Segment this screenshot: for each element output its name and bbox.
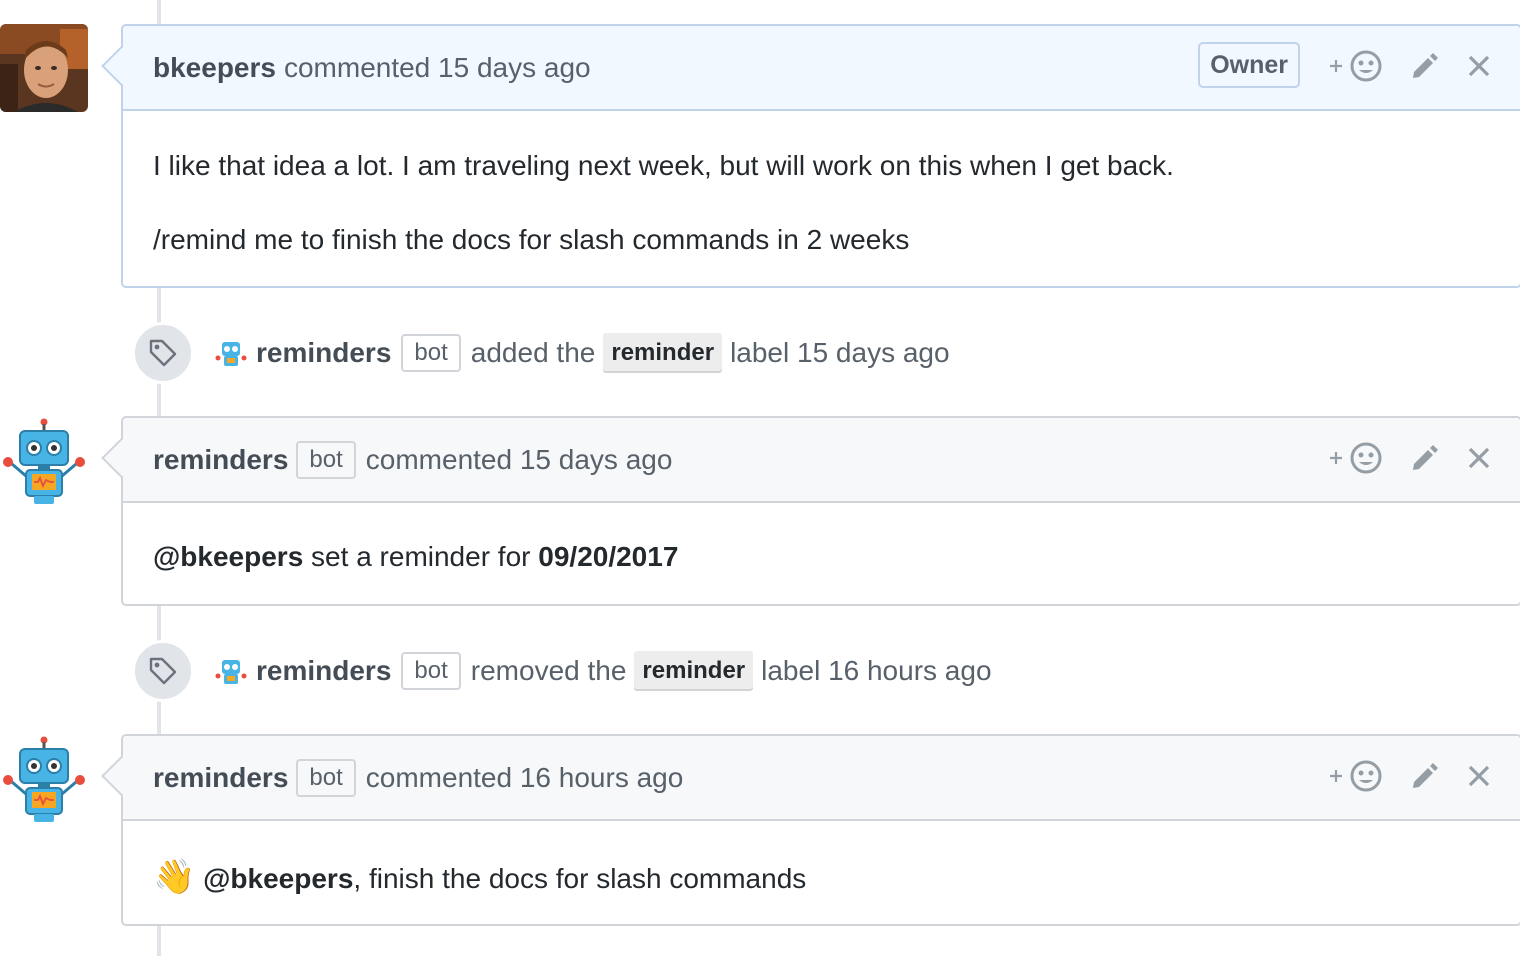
smiley-plus-icon[interactable]	[1328, 48, 1384, 84]
reminder-text: , finish the docs for slash commands	[353, 863, 807, 894]
label-reminder[interactable]: reminder	[634, 651, 754, 691]
robot-icon	[3, 418, 85, 504]
comment-reminders-set: reminders bot commented 15 days ago @bke…	[101, 416, 1520, 606]
comment-author[interactable]: reminders	[153, 444, 288, 476]
avatar-reminders-bot[interactable]	[0, 418, 88, 506]
comment-text: I like that idea a lot. I am traveling n…	[153, 150, 1174, 181]
comment-timestamp[interactable]: commented 15 days ago	[284, 52, 591, 84]
timeline-event-unlabeled: reminders bot removed the reminder label…	[132, 640, 992, 702]
comment-header: reminders bot commented 16 hours ago	[123, 736, 1520, 821]
avatar-reminders-bot[interactable]	[0, 736, 88, 824]
event-action: removed the	[470, 655, 627, 686]
bot-badge: bot	[296, 758, 356, 797]
event-timestamp[interactable]: label 16 hours ago	[761, 655, 991, 687]
timeline-event-labeled: reminders bot added the reminder label 1…	[132, 322, 950, 384]
event-author[interactable]: reminders	[256, 337, 391, 369]
reminder-text: set a reminder for	[303, 541, 539, 572]
event-badge	[132, 322, 194, 384]
event-action: added the	[470, 337, 596, 368]
comment-header: reminders bot commented 15 days ago	[123, 418, 1520, 503]
comment-text: /remind me to finish the docs for slash …	[153, 224, 910, 255]
bot-badge: bot	[401, 652, 461, 690]
comment-actions	[1328, 48, 1492, 84]
close-icon[interactable]	[1466, 445, 1492, 471]
avatar-bkeepers[interactable]	[0, 24, 88, 112]
comment-body: I like that idea a lot. I am traveling n…	[123, 111, 1520, 258]
comment-reminders-fired: reminders bot commented 16 hours ago 👋 @…	[101, 734, 1520, 926]
user-mention[interactable]: @bkeepers	[153, 541, 303, 572]
close-icon[interactable]	[1466, 53, 1492, 79]
comment-timestamp[interactable]: commented 15 days ago	[366, 444, 673, 476]
event-author[interactable]: reminders	[256, 655, 391, 687]
comment-text: @bkeepers set a reminder for 09/20/2017	[153, 539, 1490, 575]
bot-badge: bot	[401, 334, 461, 372]
user-mention[interactable]: @bkeepers	[203, 863, 353, 894]
comment-actions	[1328, 440, 1492, 476]
comment-header: bkeepers commented 15 days ago Owner	[123, 26, 1520, 111]
pencil-icon[interactable]	[1408, 50, 1440, 82]
user-photo-icon	[0, 24, 88, 112]
comment-body: @bkeepers set a reminder for 09/20/2017	[123, 503, 1520, 575]
robot-icon	[3, 736, 85, 822]
comment-actions	[1328, 758, 1492, 794]
tag-icon	[149, 657, 177, 685]
owner-badge: Owner	[1198, 42, 1300, 88]
event-badge	[132, 640, 194, 702]
close-icon[interactable]	[1466, 763, 1492, 789]
bot-badge: bot	[296, 440, 356, 479]
pencil-icon[interactable]	[1408, 442, 1440, 474]
tag-icon	[149, 339, 177, 367]
comment-bkeepers: bkeepers commented 15 days ago Owner I l…	[101, 24, 1520, 288]
comment-timestamp[interactable]: commented 16 hours ago	[366, 762, 684, 794]
wave-emoji-icon: 👋	[153, 858, 196, 896]
comment-text: 👋 @bkeepers, finish the docs for slash c…	[153, 857, 1490, 897]
reminder-date: 09/20/2017	[538, 541, 679, 572]
pencil-icon[interactable]	[1408, 760, 1440, 792]
comment-author[interactable]: reminders	[153, 762, 288, 794]
reminders-bot-avatar-icon[interactable]	[214, 654, 248, 688]
smiley-plus-icon[interactable]	[1328, 440, 1384, 476]
comment-author[interactable]: bkeepers	[153, 52, 276, 84]
comment-body: 👋 @bkeepers, finish the docs for slash c…	[123, 821, 1520, 897]
timeline-rail-top	[157, 0, 161, 24]
label-reminder[interactable]: reminder	[603, 333, 723, 373]
timeline-rail-bottom	[157, 926, 161, 956]
reminders-bot-avatar-icon[interactable]	[214, 336, 248, 370]
smiley-plus-icon[interactable]	[1328, 758, 1384, 794]
event-timestamp[interactable]: label 15 days ago	[730, 337, 950, 369]
